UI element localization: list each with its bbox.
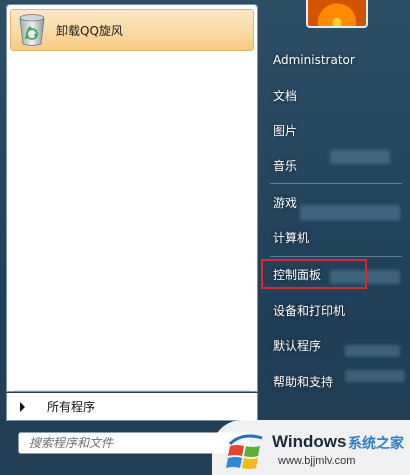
help-support-link[interactable]: 帮助和支持 bbox=[266, 366, 406, 396]
user-picture[interactable] bbox=[306, 0, 368, 28]
start-menu: 卸载QQ旋风 所有程序 Administrator 文档 图片 音乐 游戏 bbox=[0, 0, 410, 475]
documents-link[interactable]: 文档 bbox=[266, 80, 406, 110]
computer-label: 计算机 bbox=[273, 230, 310, 245]
separator bbox=[270, 256, 402, 257]
places-pane: Administrator 文档 图片 音乐 游戏 计算机 控制面板 设备和打印… bbox=[258, 0, 410, 475]
music-label: 音乐 bbox=[273, 158, 298, 173]
all-programs-button[interactable]: 所有程序 bbox=[6, 393, 258, 421]
separator bbox=[14, 390, 250, 391]
help-support-label: 帮助和支持 bbox=[273, 374, 334, 389]
default-programs-link[interactable]: 默认程序 bbox=[266, 330, 406, 360]
user-name-link[interactable]: Administrator bbox=[266, 45, 406, 75]
default-programs-label: 默认程序 bbox=[273, 338, 322, 353]
computer-link[interactable]: 计算机 bbox=[266, 222, 406, 252]
separator bbox=[270, 183, 402, 184]
recycle-bin-icon bbox=[19, 14, 45, 46]
user-name-label: Administrator bbox=[273, 53, 355, 67]
pinned-program-item[interactable]: 卸载QQ旋风 bbox=[10, 9, 254, 51]
windows-logo-icon bbox=[226, 434, 263, 469]
documents-label: 文档 bbox=[273, 88, 298, 103]
triangle-right-icon bbox=[20, 401, 25, 412]
watermark-brand: Windows bbox=[272, 432, 347, 451]
search-input[interactable] bbox=[29, 434, 219, 452]
highlight-box bbox=[261, 259, 367, 289]
watermark: Windows 系统之家 www.bjjmlv.com bbox=[212, 420, 410, 475]
pictures-link[interactable]: 图片 bbox=[266, 115, 406, 145]
pinned-program-label: 卸载QQ旋风 bbox=[56, 23, 123, 38]
devices-printers-link[interactable]: 设备和打印机 bbox=[266, 295, 406, 325]
music-link[interactable]: 音乐 bbox=[266, 150, 406, 180]
games-label: 游戏 bbox=[273, 195, 298, 210]
programs-pane: 卸载QQ旋风 bbox=[6, 4, 258, 392]
all-programs-label: 所有程序 bbox=[47, 400, 96, 414]
watermark-suffix: 系统之家 bbox=[348, 436, 404, 452]
pictures-label: 图片 bbox=[273, 123, 298, 138]
games-link[interactable]: 游戏 bbox=[266, 187, 406, 217]
watermark-url: www.bjjmlv.com bbox=[278, 455, 356, 467]
devices-printers-label: 设备和打印机 bbox=[273, 303, 346, 318]
